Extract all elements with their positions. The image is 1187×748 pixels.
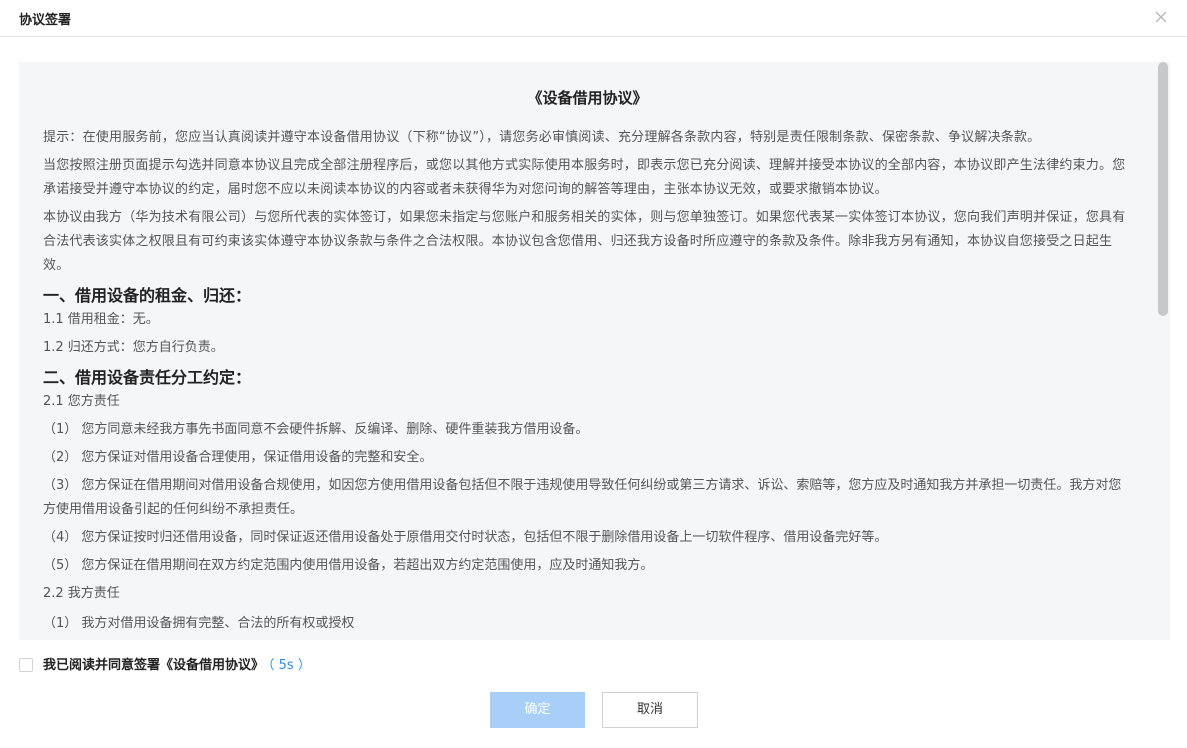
- dialog-title: 协议签署: [19, 13, 72, 28]
- agree-label-text: 我已阅读并同意签署《设备借用协议》: [43, 658, 265, 673]
- clause: （3） 您方保证在借用期间对借用设备合规使用，如因您方使用借用设备包括但不限于违…: [43, 478, 1122, 517]
- subsection-heading: 2.2 我方责任: [43, 586, 120, 601]
- clause: （4） 您方保证按时归还借用设备，同时保证返还借用设备处于原借用交付时状态，包括…: [43, 530, 888, 545]
- intro-paragraph: 本协议由我方（华为技术有限公司）与您所代表的实体签订，如果您未指定与您账户和服务…: [43, 210, 1126, 273]
- clause: （2） 您方保证对借用设备合理使用，保证借用设备的完整和安全。: [43, 450, 433, 465]
- agree-label[interactable]: 我已阅读并同意签署《设备借用协议》（ 5s ）: [43, 656, 311, 676]
- section1-item: 1.2 归还方式：您方自行负责。: [43, 340, 224, 355]
- confirm-button[interactable]: 确定: [490, 692, 585, 728]
- agree-checkbox[interactable]: [19, 658, 33, 672]
- clause: （5） 您方保证在借用期间在双方约定范围内使用借用设备，若超出双方约定范围使用，…: [43, 558, 654, 573]
- dialog-header: 协议签署: [0, 0, 1187, 37]
- section1-item: 1.1 借用租金：无。: [43, 312, 159, 327]
- section-heading-1: 一、借用设备的租金、归还：: [43, 286, 252, 305]
- intro-paragraph: 当您按照注册页面提示勾选并同意本协议且完成全部注册程序后，或您以其他方式实际使用…: [43, 158, 1126, 197]
- clause: （1） 我方对借用设备拥有完整、合法的所有权或授权: [43, 616, 355, 628]
- agreement-content[interactable]: 《设备借用协议》 提示：在使用服务前，您应当认真阅读并遵守本设备借用协议（下称“…: [19, 62, 1156, 628]
- section-heading-2: 二、借用设备责任分工约定：: [43, 368, 252, 387]
- cancel-button[interactable]: 取消: [602, 692, 698, 728]
- scrollbar-thumb[interactable]: [1158, 62, 1168, 316]
- close-icon[interactable]: [1153, 9, 1169, 25]
- countdown-timer: （ 5s ）: [268, 658, 311, 673]
- subsection-heading: 2.1 您方责任: [43, 394, 120, 409]
- intro-paragraph: 提示：在使用服务前，您应当认真阅读并遵守本设备借用协议（下称“协议”），请您务必…: [43, 130, 1041, 145]
- agreement-title: 《设备借用协议》: [527, 89, 648, 107]
- content-bottom-padding: [19, 628, 1156, 640]
- clause: （1） 您方同意未经我方事先书面同意不会硬件拆解、反编译、删除、硬件重装我方借用…: [43, 422, 589, 437]
